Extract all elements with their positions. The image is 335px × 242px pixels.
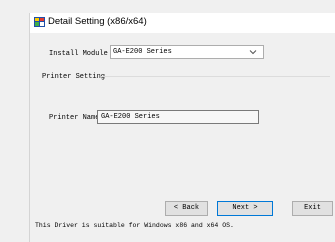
group-divider bbox=[101, 76, 330, 77]
title-bar[interactable]: Detail Setting (x86/x64) bbox=[30, 13, 335, 33]
exit-button[interactable]: Exit bbox=[292, 201, 333, 216]
footer-note: This Driver is suitable for Windows x86 … bbox=[35, 222, 234, 229]
install-module-value: GA-E200 Series bbox=[113, 48, 172, 56]
chevron-down-icon[interactable] bbox=[249, 49, 257, 55]
printer-name-field[interactable]: GA-E200 Series bbox=[97, 110, 259, 124]
install-module-label: Install Module bbox=[49, 50, 108, 58]
window-title: Detail Setting (x86/x64) bbox=[48, 16, 147, 27]
install-module-dropdown[interactable]: GA-E200 Series bbox=[110, 45, 264, 59]
next-button[interactable]: Next > bbox=[217, 201, 273, 216]
detail-setting-window: Detail Setting (x86/x64) Install Module … bbox=[29, 13, 335, 242]
printer-name-label: Printer Name bbox=[49, 114, 100, 122]
printer-setting-group-label: Printer Setting bbox=[42, 73, 106, 81]
printer-name-value: GA-E200 Series bbox=[101, 113, 160, 121]
back-button[interactable]: < Back bbox=[165, 201, 208, 216]
printer-setup-icon bbox=[34, 17, 45, 27]
